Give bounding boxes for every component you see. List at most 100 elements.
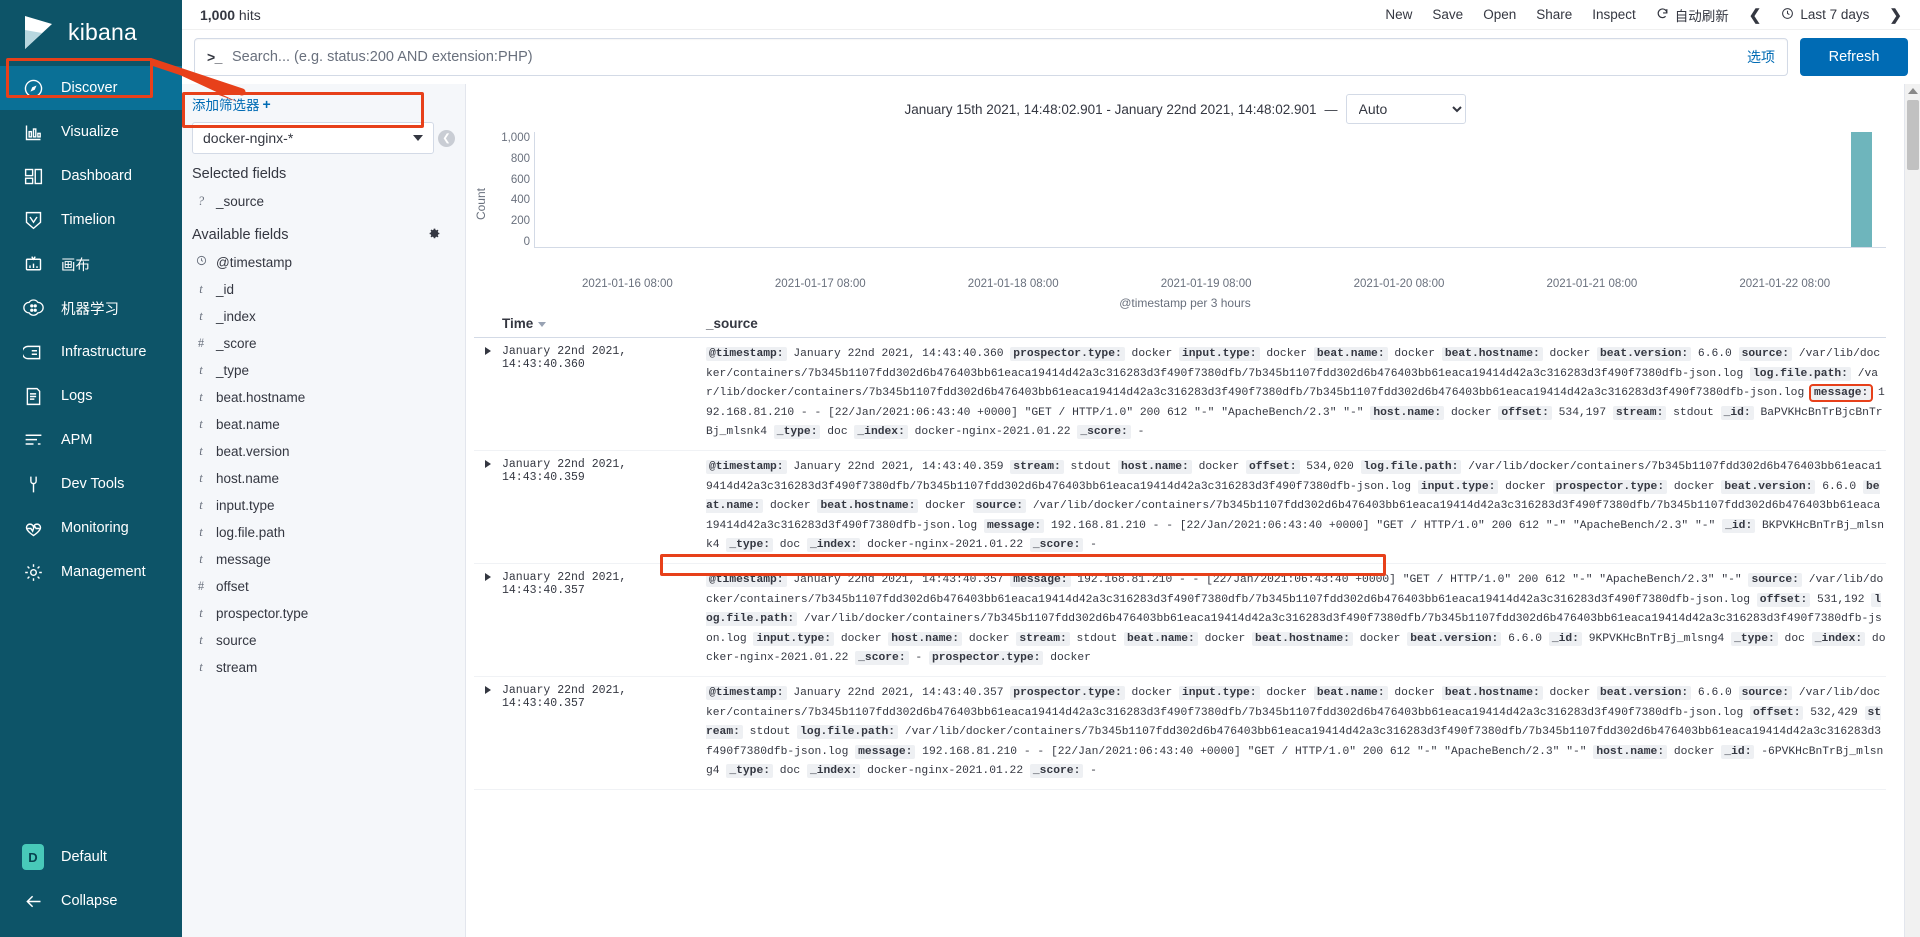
field-item-prospector-type[interactable]: t prospector.type xyxy=(182,600,465,627)
sidebar-item-infrastructure[interactable]: Infrastructure xyxy=(0,330,182,374)
field-item-index[interactable]: t _index xyxy=(182,303,465,330)
expand-row-button[interactable] xyxy=(474,571,502,669)
cell-time: January 22nd 2021, 14:43:40.357 xyxy=(502,683,627,710)
apm-icon xyxy=(22,429,44,451)
expand-row-button[interactable] xyxy=(474,684,502,782)
scrollbar-thumb[interactable] xyxy=(1907,100,1919,170)
field-item-beat-name[interactable]: t beat.name xyxy=(182,411,465,438)
sidebar-item-monitoring[interactable]: Monitoring xyxy=(0,506,182,550)
canvas-icon xyxy=(22,253,44,275)
chart-plot-area[interactable] xyxy=(534,132,1886,248)
field-item-stream[interactable]: t stream xyxy=(182,654,465,681)
field-item-timestamp[interactable]: @timestamp xyxy=(182,249,465,276)
refresh-button[interactable]: Refresh xyxy=(1800,38,1908,76)
sidebar-item-dev-tools[interactable]: Dev Tools xyxy=(0,462,182,506)
field-value: stdout xyxy=(1063,460,1118,473)
expand-row-button[interactable] xyxy=(474,458,502,556)
space-selector[interactable]: D Default xyxy=(0,835,182,879)
expand-row-button[interactable] xyxy=(474,345,502,443)
index-pattern-value: docker-nginx-* xyxy=(203,130,294,146)
field-item-type[interactable]: t _type xyxy=(182,357,465,384)
auto-refresh-button[interactable]: 自动刷新 xyxy=(1656,5,1729,25)
field-name: _score xyxy=(216,336,257,351)
field-key: beat.hostname: xyxy=(1252,631,1353,646)
field-name: _index xyxy=(216,309,256,324)
prev-time-button[interactable]: ❮ xyxy=(1749,6,1762,24)
kibana-logo[interactable]: kibana xyxy=(0,0,182,64)
histogram-bar[interactable] xyxy=(1850,132,1873,247)
field-item-host-name[interactable]: t host.name xyxy=(182,465,465,492)
field-key: _index: xyxy=(806,764,861,779)
sidebar-item-discover[interactable]: Discover xyxy=(0,66,182,110)
sidebar-item-label: Dev Tools xyxy=(61,476,125,492)
wrench-icon xyxy=(22,473,44,495)
sidebar-item-label: Discover xyxy=(61,80,118,96)
field-key: source: xyxy=(1738,685,1793,700)
sidebar-item-visualize[interactable]: Visualize xyxy=(0,110,182,154)
sidebar-item-dashboard[interactable]: Dashboard xyxy=(0,154,182,198)
collapse-sidebar-icon[interactable]: ❮ xyxy=(438,129,455,147)
table-row[interactable]: January 22nd 2021, 14:43:40.359 @timestam… xyxy=(474,451,1886,564)
sidebar-item-apm[interactable]: APM xyxy=(0,418,182,462)
new-button[interactable]: New xyxy=(1385,7,1412,22)
table-row[interactable]: January 22nd 2021, 14:43:40.357 @timestam… xyxy=(474,564,1886,677)
sidebar-item-timelion[interactable]: Timelion xyxy=(0,198,182,242)
column-header-source: _source xyxy=(706,316,758,331)
field-type-string-icon: t xyxy=(199,363,203,377)
inspect-button[interactable]: Inspect xyxy=(1592,7,1636,22)
time-picker-button[interactable]: Last 7 days xyxy=(1781,7,1869,23)
interval-select[interactable]: AutoMillisecondSecondMinuteHourlyDailyWe… xyxy=(1345,94,1466,124)
field-key: log.file.path: xyxy=(1750,366,1851,381)
hits-count: 1,000 xyxy=(200,6,236,23)
field-item-input-type[interactable]: t input.type xyxy=(182,492,465,519)
sidebar-item-machine-learning[interactable]: 机器学习 xyxy=(0,286,182,330)
sidebar-item-canvas[interactable]: 画布 xyxy=(0,242,182,286)
field-name: source xyxy=(216,633,257,648)
index-pattern-select[interactable]: docker-nginx-* xyxy=(192,122,434,154)
sidebar-item-management[interactable]: Management xyxy=(0,550,182,594)
scroll-up-arrow-icon[interactable] xyxy=(1908,88,1918,94)
share-button[interactable]: Share xyxy=(1536,7,1572,22)
chevron-right-icon xyxy=(485,572,491,581)
body-row: 添加筛选器 + docker-nginx-* ❮ Selected fields… xyxy=(182,84,1920,937)
field-key: stream: xyxy=(1612,405,1667,420)
column-header-time[interactable]: Time xyxy=(474,316,706,331)
table-row[interactable]: January 22nd 2021, 14:43:40.357 @timestam… xyxy=(474,677,1886,790)
chevron-right-icon xyxy=(485,347,491,355)
field-item-offset[interactable]: # offset xyxy=(182,573,465,600)
collapse-nav-button[interactable]: Collapse xyxy=(0,879,182,923)
field-item-source[interactable]: ? _source xyxy=(182,188,465,215)
save-button[interactable]: Save xyxy=(1432,7,1463,22)
field-item-source-field[interactable]: t source xyxy=(182,627,465,654)
field-key: _type: xyxy=(726,764,774,779)
infrastructure-icon xyxy=(22,341,44,363)
y-axis-ticks: 1,000 800 600 400 200 0 xyxy=(490,132,534,248)
field-value: 192.168.81.210 - - [22/Jan/2021:06:43:40… xyxy=(1044,519,1723,532)
field-settings-gear-icon[interactable] xyxy=(428,227,441,243)
field-item-beat-version[interactable]: t beat.version xyxy=(182,438,465,465)
sidebar-item-logs[interactable]: Logs xyxy=(0,374,182,418)
field-name: _id xyxy=(216,282,235,297)
add-filter-button[interactable]: 添加筛选器 + xyxy=(182,84,465,122)
cell-source: @timestamp: January 22nd 2021, 14:43:40.… xyxy=(706,345,1886,443)
field-item-log-file-path[interactable]: t log.file.path xyxy=(182,519,465,546)
field-item-id[interactable]: t _id xyxy=(182,276,465,303)
query-options-button[interactable]: 选项 xyxy=(1747,47,1775,67)
next-time-button[interactable]: ❯ xyxy=(1889,6,1902,24)
sort-desc-icon[interactable] xyxy=(538,321,547,327)
table-row[interactable]: January 22nd 2021, 14:43:40.360 @timestam… xyxy=(474,338,1886,451)
page-scrollbar[interactable] xyxy=(1904,84,1920,937)
y-tick-label: 200 xyxy=(510,215,530,228)
field-item-beat-hostname[interactable]: t beat.hostname xyxy=(182,384,465,411)
field-value: docker xyxy=(1387,348,1442,360)
field-name: message xyxy=(216,552,271,567)
field-name: beat.hostname xyxy=(216,390,306,405)
field-key: message: xyxy=(1010,572,1071,587)
field-value: docker xyxy=(1542,686,1597,699)
field-item-score[interactable]: # _score xyxy=(182,330,465,357)
field-item-message[interactable]: t message xyxy=(182,546,465,573)
field-value: docker xyxy=(1352,632,1408,645)
search-input[interactable]: >_ Search... (e.g. status:200 AND extens… xyxy=(194,38,1788,76)
open-button[interactable]: Open xyxy=(1483,7,1516,22)
field-key: beat.name: xyxy=(1313,685,1388,700)
